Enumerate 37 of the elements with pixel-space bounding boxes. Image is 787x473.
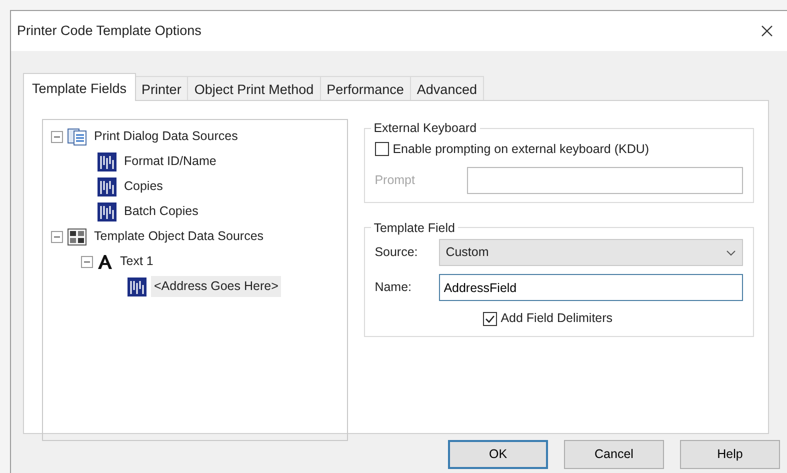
tab[interactable]: Object Print Method — [187, 76, 321, 100]
checkbox-label: Enable prompting on external keyboard (KDU) — [392, 140, 650, 158]
tab[interactable]: Template Fields — [23, 73, 136, 101]
chevron-down-icon — [726, 250, 736, 256]
tree-item[interactable]: Format ID/Name — [121, 151, 220, 172]
window-title: Printer Code Template Options — [17, 22, 202, 40]
checkbox[interactable] — [374, 142, 389, 156]
tree-item[interactable]: Template Object Data Sources — [91, 226, 267, 247]
close-icon[interactable] — [761, 25, 773, 37]
documents-icon — [67, 128, 87, 146]
data-field-icon — [97, 202, 117, 222]
checkbox-label: Add Field Delimiters — [500, 310, 613, 328]
tree-item[interactable]: Print Dialog Data Sources — [91, 126, 241, 147]
dialog-button[interactable]: Help — [680, 440, 780, 469]
input-field[interactable]: AddressField — [438, 274, 743, 302]
field-label: Source: — [374, 244, 419, 262]
collapse-icon[interactable] — [81, 256, 93, 268]
field-label: Name: — [374, 279, 413, 296]
tree-item[interactable]: Text 1 — [117, 251, 156, 272]
dropdown[interactable]: Custom — [438, 239, 743, 266]
text-icon — [97, 252, 113, 270]
data-field-icon — [97, 152, 117, 172]
data-field-icon — [127, 276, 147, 296]
group-title: Template Field — [372, 220, 456, 237]
checkbox[interactable] — [482, 312, 497, 326]
tree-item[interactable]: Copies — [121, 176, 166, 197]
dialog-button[interactable]: Cancel — [564, 440, 664, 469]
collapse-icon[interactable] — [51, 230, 63, 242]
tree-item[interactable]: <Address Goes Here> — [151, 276, 282, 297]
collapse-icon[interactable] — [51, 130, 63, 142]
field-label: Prompt — [374, 172, 416, 189]
dialog-button[interactable]: OK — [448, 440, 548, 469]
tree-item[interactable]: Batch Copies — [121, 201, 202, 222]
group-title: External Keyboard — [372, 120, 478, 137]
tab[interactable]: Advanced — [410, 76, 484, 100]
data-field-icon — [97, 176, 117, 196]
objects-icon — [67, 228, 87, 246]
